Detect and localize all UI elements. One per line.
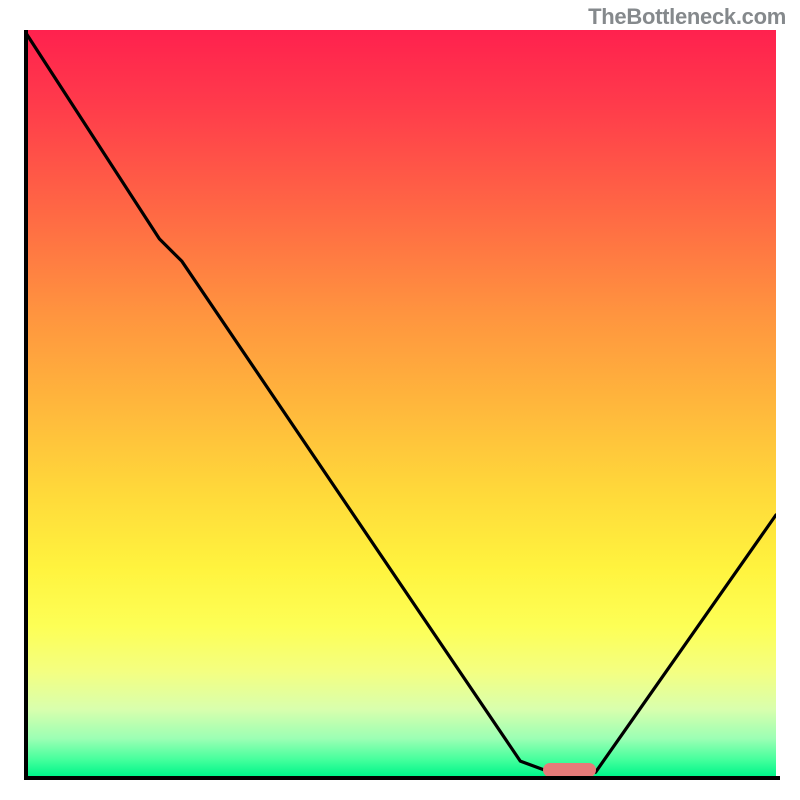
plot-area — [24, 30, 776, 776]
x-axis — [24, 776, 780, 780]
curve-path — [24, 30, 776, 772]
chart-canvas: TheBottleneck.com — [0, 0, 800, 800]
bottleneck-curve — [24, 30, 776, 776]
y-axis — [24, 30, 28, 780]
optimum-marker — [543, 763, 596, 776]
watermark-text: TheBottleneck.com — [588, 4, 786, 30]
